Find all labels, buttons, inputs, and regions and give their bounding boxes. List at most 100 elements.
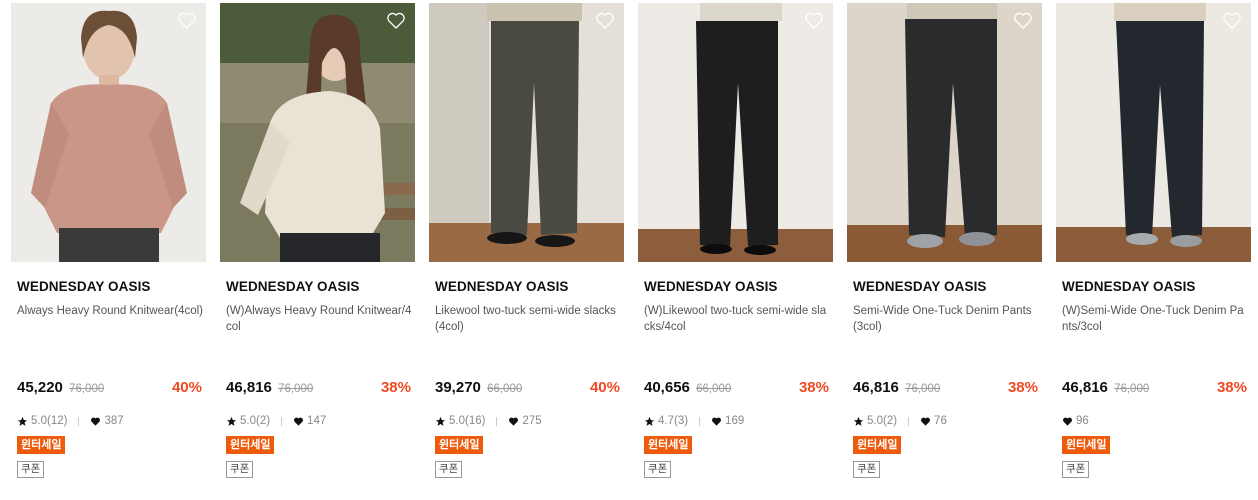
charcoal-slacks-photo bbox=[429, 3, 624, 262]
star-icon bbox=[435, 416, 446, 426]
heart-icon bbox=[509, 417, 519, 426]
ivory-knitwear-model-photo bbox=[220, 3, 415, 262]
winter-sale-badge: 윈터세일 bbox=[17, 436, 66, 454]
discount-rate: 38% bbox=[1007, 379, 1038, 396]
likes-count: 275 bbox=[522, 415, 542, 427]
product-card[interactable]: WEDNESDAY OASIS (W)Semi-Wide One-Tuck De… bbox=[1056, 3, 1251, 493]
product-card[interactable]: WEDNESDAY OASIS Always Heavy Round Knitw… bbox=[11, 3, 206, 493]
star-icon bbox=[226, 416, 237, 426]
brand-name[interactable]: WEDNESDAY OASIS bbox=[226, 279, 360, 294]
discount-rate: 38% bbox=[798, 379, 829, 396]
divider bbox=[908, 416, 910, 426]
rating-value: 4.7(3) bbox=[658, 415, 689, 427]
rating: 4.7(3) bbox=[644, 415, 688, 427]
winter-sale-badge: 윈터세일 bbox=[853, 436, 902, 454]
coupon-badge: 쿠폰 bbox=[17, 461, 45, 478]
product-stats: 5.0(16) 275 bbox=[435, 413, 542, 429]
coupon-badge: 쿠폰 bbox=[1062, 461, 1090, 478]
rating: 5.0(2) bbox=[853, 415, 897, 427]
product-price: 40,656 66,000 bbox=[644, 379, 731, 396]
product-name[interactable]: (W)Semi-Wide One-Tuck Denim Pants/3col bbox=[1062, 303, 1248, 335]
original-price: 76,000 bbox=[278, 383, 314, 395]
likes-count: 387 bbox=[104, 415, 124, 427]
discount-rate: 40% bbox=[171, 379, 202, 396]
wishlist-heart-icon[interactable] bbox=[177, 11, 197, 30]
original-price: 76,000 bbox=[905, 383, 941, 395]
product-card[interactable]: WEDNESDAY OASIS Semi-Wide One-Tuck Denim… bbox=[847, 3, 1042, 493]
brand-name[interactable]: WEDNESDAY OASIS bbox=[17, 279, 151, 294]
winter-sale-badge: 윈터세일 bbox=[644, 436, 693, 454]
product-image[interactable] bbox=[847, 3, 1042, 262]
product-card[interactable]: WEDNESDAY OASIS Likewool two-tuck semi-w… bbox=[429, 3, 624, 493]
sale-price: 39,270 bbox=[435, 379, 481, 396]
product-name[interactable]: (W)Always Heavy Round Knitwear/4col bbox=[226, 303, 412, 335]
product-stats: 5.0(2) 76 bbox=[853, 413, 947, 429]
product-price: 39,270 66,000 bbox=[435, 379, 522, 396]
product-grid: WEDNESDAY OASIS Always Heavy Round Knitw… bbox=[11, 3, 1251, 493]
likes: 147 bbox=[293, 415, 326, 427]
product-card[interactable]: WEDNESDAY OASIS (W)Likewool two-tuck sem… bbox=[638, 3, 833, 493]
sale-price: 45,220 bbox=[17, 379, 63, 396]
brand-name[interactable]: WEDNESDAY OASIS bbox=[644, 279, 778, 294]
pink-knitwear-model-photo bbox=[11, 3, 206, 262]
black-slacks-photo bbox=[638, 3, 833, 262]
product-image[interactable] bbox=[220, 3, 415, 262]
product-name[interactable]: Always Heavy Round Knitwear(4col) bbox=[17, 303, 203, 319]
coupon-badge: 쿠폰 bbox=[644, 461, 672, 478]
product-card[interactable]: WEDNESDAY OASIS (W)Always Heavy Round Kn… bbox=[220, 3, 415, 493]
product-stats: 4.7(3) 169 bbox=[644, 413, 744, 429]
brand-name[interactable]: WEDNESDAY OASIS bbox=[1062, 279, 1196, 294]
likes: 96 bbox=[1062, 415, 1089, 427]
divider bbox=[281, 416, 283, 426]
wishlist-heart-icon[interactable] bbox=[1013, 11, 1033, 30]
product-name[interactable]: Likewool two-tuck semi-wide slacks(4col) bbox=[435, 303, 621, 335]
brand-name[interactable]: WEDNESDAY OASIS bbox=[435, 279, 569, 294]
divider bbox=[78, 416, 80, 426]
likes: 275 bbox=[508, 415, 542, 427]
likes: 169 bbox=[711, 415, 744, 427]
wishlist-heart-icon[interactable] bbox=[1222, 11, 1242, 30]
likes: 387 bbox=[90, 415, 124, 427]
rating: 5.0(2) bbox=[226, 415, 270, 427]
rating: 5.0(12) bbox=[17, 415, 67, 427]
discount-rate: 38% bbox=[1216, 379, 1247, 396]
divider bbox=[699, 416, 701, 426]
navy-denim-pants-photo bbox=[1056, 3, 1251, 262]
divider bbox=[496, 416, 498, 426]
rating: 5.0(16) bbox=[435, 415, 485, 427]
discount-rate: 40% bbox=[589, 379, 620, 396]
original-price: 76,000 bbox=[69, 383, 105, 395]
rating-value: 5.0(2) bbox=[867, 415, 898, 427]
wishlist-heart-icon[interactable] bbox=[595, 11, 615, 30]
heart-icon bbox=[91, 417, 101, 426]
coupon-badge: 쿠폰 bbox=[226, 461, 254, 478]
product-image[interactable] bbox=[1056, 3, 1251, 262]
star-icon bbox=[853, 416, 864, 426]
product-image[interactable] bbox=[638, 3, 833, 262]
product-image[interactable] bbox=[11, 3, 206, 262]
likes-count: 169 bbox=[725, 415, 745, 427]
product-price: 46,816 76,000 bbox=[853, 379, 940, 396]
rating-value: 5.0(12) bbox=[31, 415, 68, 427]
heart-icon bbox=[712, 417, 722, 426]
product-name[interactable]: (W)Likewool two-tuck semi-wide slacks/4c… bbox=[644, 303, 830, 335]
wishlist-heart-icon[interactable] bbox=[386, 11, 406, 30]
product-stats: 96 bbox=[1062, 413, 1089, 429]
brand-name[interactable]: WEDNESDAY OASIS bbox=[853, 279, 987, 294]
heart-icon bbox=[921, 417, 931, 426]
winter-sale-badge: 윈터세일 bbox=[226, 436, 275, 454]
product-image[interactable] bbox=[429, 3, 624, 262]
sale-price: 46,816 bbox=[853, 379, 899, 396]
product-price: 46,816 76,000 bbox=[226, 379, 313, 396]
product-stats: 5.0(2) 147 bbox=[226, 413, 326, 429]
product-price: 46,816 76,000 bbox=[1062, 379, 1149, 396]
wishlist-heart-icon[interactable] bbox=[804, 11, 824, 30]
sale-price: 46,816 bbox=[1062, 379, 1108, 396]
heart-icon bbox=[294, 417, 304, 426]
product-stats: 5.0(12) 387 bbox=[17, 413, 124, 429]
product-name[interactable]: Semi-Wide One-Tuck Denim Pants(3col) bbox=[853, 303, 1039, 335]
likes: 76 bbox=[920, 415, 947, 427]
star-icon bbox=[17, 416, 28, 426]
discount-rate: 38% bbox=[380, 379, 411, 396]
coupon-badge: 쿠폰 bbox=[435, 461, 463, 478]
